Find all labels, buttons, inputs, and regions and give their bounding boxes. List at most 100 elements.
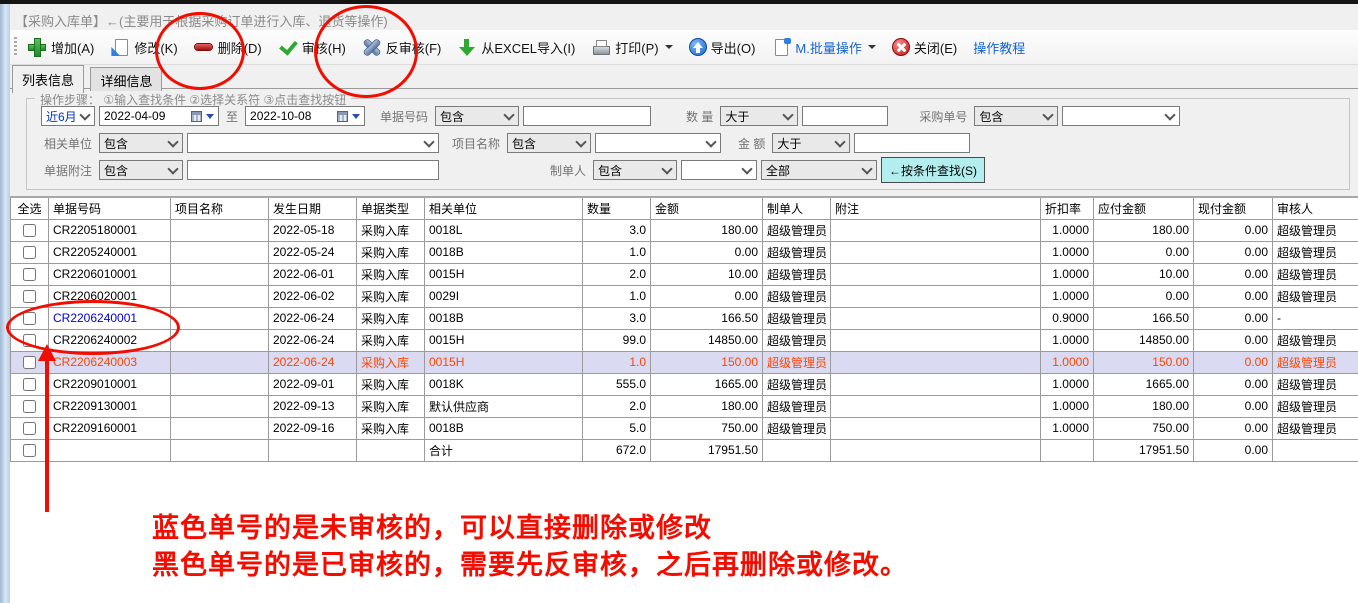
- amount-op-select[interactable]: 大于: [772, 133, 850, 153]
- table-row[interactable]: CR22060100012022-06-01采购入库0015H2.010.00超…: [11, 263, 1358, 285]
- table-row[interactable]: CR22090100012022-09-01采购入库0018K555.01665…: [11, 373, 1358, 395]
- approve-button[interactable]: 审核(H): [275, 35, 349, 59]
- unapprove-button[interactable]: 反审核(F): [359, 35, 445, 59]
- cell-cb[interactable]: [11, 241, 49, 263]
- note-op-select[interactable]: 包含: [99, 160, 183, 180]
- cell-maker: 超级管理员: [763, 395, 831, 417]
- table-row[interactable]: CR22091600012022-09-16采购入库0018B5.0750.00…: [11, 417, 1358, 439]
- row-checkbox[interactable]: [23, 400, 36, 413]
- note-input[interactable]: [187, 160, 439, 180]
- batch-operations-button[interactable]: M.批量操作: [768, 35, 878, 59]
- date-to-input[interactable]: 2022-10-08: [245, 106, 365, 126]
- print-button[interactable]: 打印(P): [588, 35, 675, 59]
- search-row-3: 单据附注 包含 制单人 包含 全部: [41, 159, 985, 181]
- cell-payable: 17951.50: [1094, 439, 1194, 461]
- cell-approver: 超级管理员: [1273, 329, 1358, 351]
- modify-button[interactable]: 修改(K): [107, 35, 180, 59]
- maker-select[interactable]: [681, 160, 757, 180]
- cell-cb[interactable]: [11, 285, 49, 307]
- cell-cb[interactable]: [11, 307, 49, 329]
- column-header[interactable]: 金额: [651, 197, 763, 219]
- chevron-down-icon: [741, 163, 752, 174]
- row-checkbox[interactable]: [23, 334, 36, 347]
- qty-input[interactable]: [802, 106, 888, 126]
- amount-input[interactable]: [854, 133, 970, 153]
- tab-detail-info[interactable]: 详细信息: [90, 67, 162, 94]
- cell-cb[interactable]: [11, 329, 49, 351]
- delete-button[interactable]: 删除(D): [191, 35, 265, 59]
- cell-project: [171, 351, 269, 373]
- column-header[interactable]: 附注: [831, 197, 1041, 219]
- cell-cb[interactable]: [11, 351, 49, 373]
- column-header[interactable]: 审核人: [1273, 197, 1358, 219]
- cell-cb[interactable]: [11, 439, 49, 461]
- tab-list-info[interactable]: 列表信息: [12, 65, 84, 93]
- modify-icon: [110, 37, 130, 57]
- chevron-down-icon: [167, 163, 178, 174]
- cell-cb[interactable]: [11, 263, 49, 285]
- column-header[interactable]: 发生日期: [269, 197, 357, 219]
- cell-cb[interactable]: [11, 219, 49, 241]
- qty-op-select[interactable]: 大于: [720, 106, 798, 126]
- table-row[interactable]: CR22091300012022-09-13采购入库默认供应商2.0180.00…: [11, 395, 1358, 417]
- table-row[interactable]: CR22052400012022-05-24采购入库0018B1.00.00超级…: [11, 241, 1358, 263]
- maker-op-select[interactable]: 包含: [593, 160, 677, 180]
- cell-cb[interactable]: [11, 373, 49, 395]
- table-row[interactable]: CR22060200012022-06-02采购入库0029I1.00.00超级…: [11, 285, 1358, 307]
- column-header[interactable]: 应付金额: [1094, 197, 1194, 219]
- column-header[interactable]: 项目名称: [171, 197, 269, 219]
- cell-doc_no: CR2206240001: [49, 307, 171, 329]
- cell-cb[interactable]: [11, 395, 49, 417]
- row-checkbox[interactable]: [23, 356, 36, 369]
- row-checkbox[interactable]: [23, 422, 36, 435]
- cell-maker: 超级管理员: [763, 373, 831, 395]
- cell-doc_no: CR2205240001: [49, 241, 171, 263]
- column-header[interactable]: 全选: [11, 197, 49, 219]
- column-header[interactable]: 现付金额: [1194, 197, 1273, 219]
- date-preset-select[interactable]: 近6月: [41, 106, 95, 126]
- doc-no-input[interactable]: [523, 106, 651, 126]
- date-from-input[interactable]: 2022-04-09: [99, 106, 219, 126]
- dropdown-arrow-icon: [206, 114, 214, 119]
- table-row[interactable]: CR22051800012022-05-18采购入库0018L3.0180.00…: [11, 219, 1358, 241]
- column-header[interactable]: 制单人: [763, 197, 831, 219]
- unit-op-select[interactable]: 包含: [99, 133, 183, 153]
- project-select[interactable]: [595, 133, 721, 153]
- row-checkbox[interactable]: [23, 312, 36, 325]
- column-header[interactable]: 数量: [583, 197, 651, 219]
- tutorial-link[interactable]: 操作教程: [970, 36, 1028, 59]
- search-row-1: 近6月 2022-04-09 至 2022-10-08 单据号码 包含: [41, 105, 1180, 127]
- row-checkbox[interactable]: [23, 378, 36, 391]
- row-checkbox[interactable]: [23, 444, 36, 457]
- cell-amount: 0.00: [651, 285, 763, 307]
- unit-label: 相关单位: [41, 135, 95, 152]
- column-header[interactable]: 相关单位: [425, 197, 583, 219]
- cell-date: 2022-05-18: [269, 219, 357, 241]
- cell-discount: 1.0000: [1041, 241, 1094, 263]
- cell-discount: 1.0000: [1041, 329, 1094, 351]
- table-total-row[interactable]: 合计672.017951.5017951.500.00: [11, 439, 1358, 461]
- table-row[interactable]: CR22062400012022-06-24采购入库0018B3.0166.50…: [11, 307, 1358, 329]
- maker-scope-select[interactable]: 全部: [761, 160, 877, 180]
- project-op-select[interactable]: 包含: [507, 133, 591, 153]
- search-button[interactable]: ←按条件查找(S): [881, 157, 985, 183]
- unit-select[interactable]: [187, 133, 439, 153]
- column-header[interactable]: 单据号码: [49, 197, 171, 219]
- table-row[interactable]: CR22062400022022-06-24采购入库0015H99.014850…: [11, 329, 1358, 351]
- cell-cb[interactable]: [11, 417, 49, 439]
- add-button[interactable]: 增加(A): [24, 35, 97, 59]
- export-button[interactable]: 导出(O): [686, 36, 759, 59]
- row-checkbox[interactable]: [23, 268, 36, 281]
- cell-unit: 0018B: [425, 307, 583, 329]
- excel-import-button[interactable]: 从EXCEL导入(I): [454, 35, 578, 59]
- table-row[interactable]: CR22062400032022-06-24采购入库0015H1.0150.00…: [11, 351, 1358, 373]
- row-checkbox[interactable]: [23, 290, 36, 303]
- row-checkbox[interactable]: [23, 224, 36, 237]
- column-header[interactable]: 折扣率: [1041, 197, 1094, 219]
- row-checkbox[interactable]: [23, 246, 36, 259]
- column-header[interactable]: 单据类型: [357, 197, 425, 219]
- doc-no-op-select[interactable]: 包含: [435, 106, 519, 126]
- po-no-op-select[interactable]: 包含: [974, 106, 1058, 126]
- po-no-select[interactable]: [1062, 106, 1180, 126]
- close-button[interactable]: 关闭(E): [889, 36, 960, 59]
